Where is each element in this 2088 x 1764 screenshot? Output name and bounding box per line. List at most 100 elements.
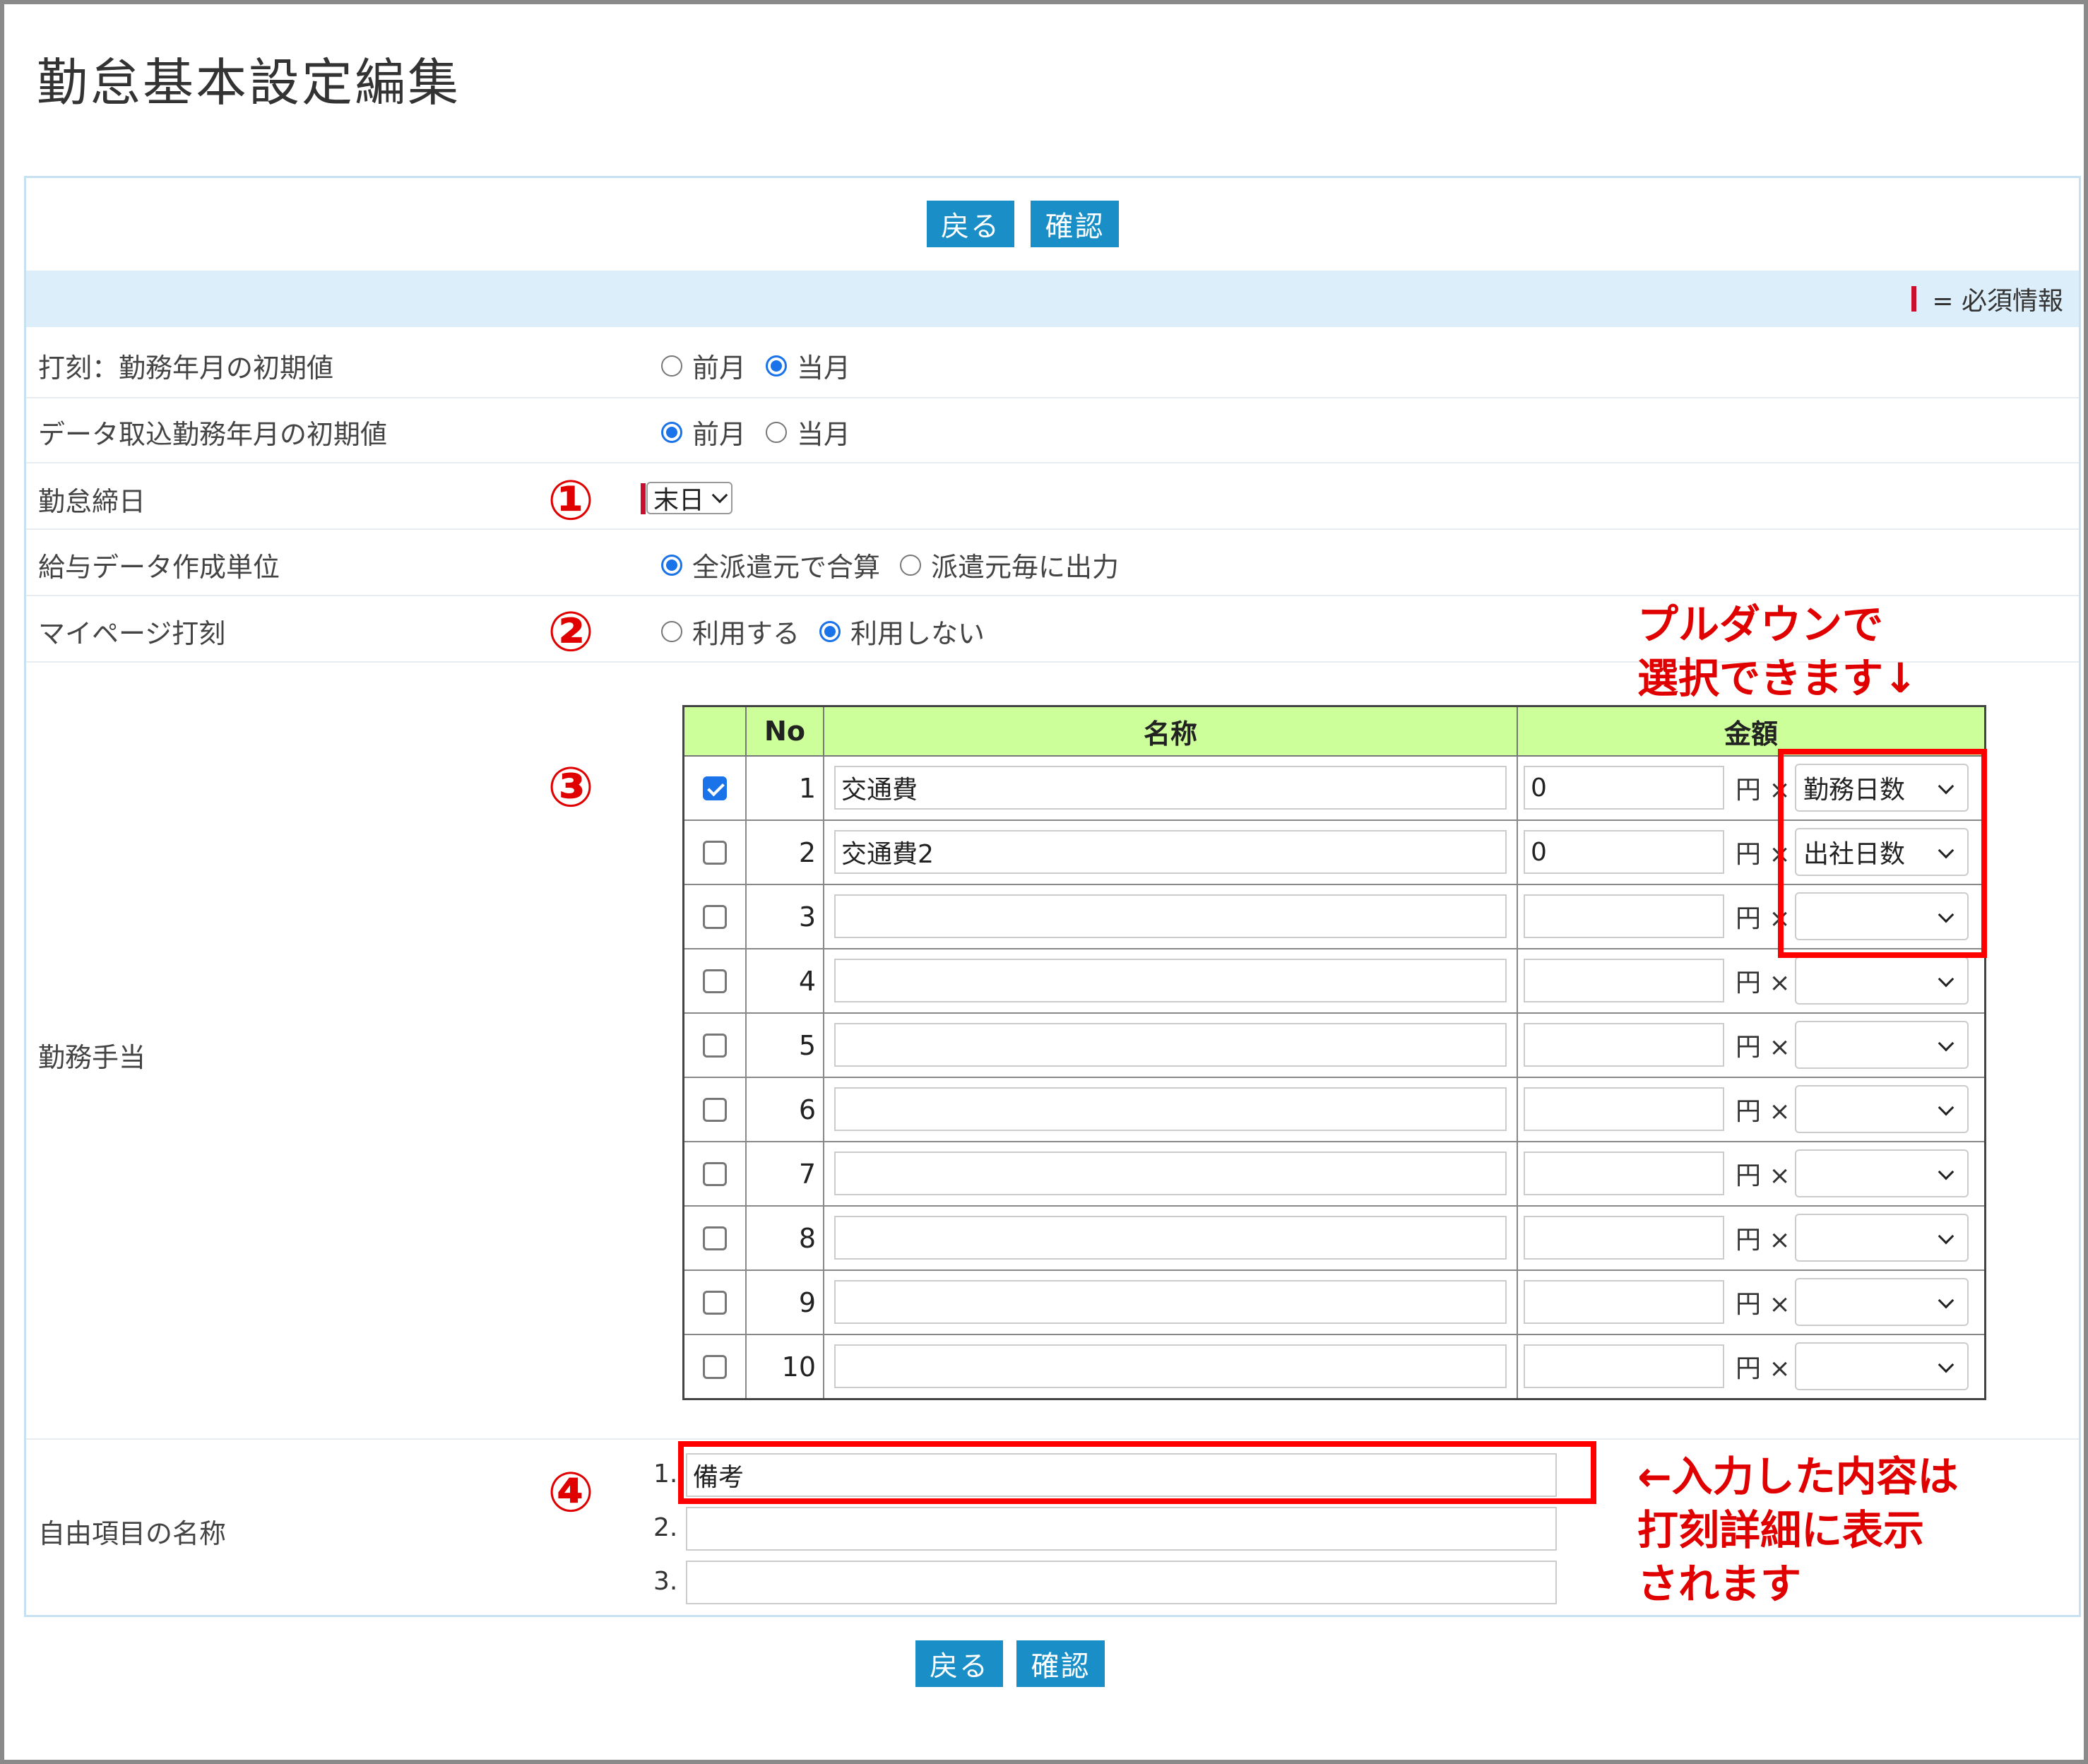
back-button-top[interactable]: 戻る (927, 201, 1014, 247)
check-cell (682, 1141, 747, 1207)
row-divider (26, 595, 2079, 596)
allowance-label: 勤務手当 (38, 1042, 146, 1073)
allowance-amount-input[interactable] (1524, 1152, 1724, 1195)
annotation-marker-2: ② (547, 600, 595, 664)
radio-current-month[interactable] (766, 355, 788, 377)
chevron-down-icon (1938, 1228, 1954, 1245)
no-column-header: No (745, 705, 824, 757)
allowance-amount-input[interactable] (1524, 1087, 1724, 1131)
name-cell (823, 1012, 1518, 1078)
allowance-amount-input[interactable] (1524, 1280, 1724, 1324)
check-cell (682, 1269, 747, 1335)
allowance-amount-input[interactable] (1524, 1216, 1724, 1260)
row-number: 8 (745, 1205, 824, 1271)
radio-use[interactable] (661, 620, 682, 642)
chevron-down-icon (711, 487, 728, 504)
allowance-amount-input[interactable]: 0 (1524, 830, 1724, 874)
pulldown-annotation: プルダウンで 選択できます↓ (1637, 600, 1918, 702)
allowance-name-input[interactable] (834, 1152, 1507, 1195)
radio-not-use[interactable] (819, 620, 841, 642)
row-checkbox[interactable] (703, 840, 727, 865)
allowance-name-input[interactable] (834, 1087, 1507, 1131)
allowance-name-input[interactable] (834, 959, 1507, 1002)
back-button-bottom[interactable]: 戻る (915, 1640, 1003, 1687)
row-checkbox[interactable] (703, 1161, 727, 1186)
allowance-amount-input[interactable] (1524, 894, 1724, 938)
closing-day-label: 勤怠締日 (38, 486, 146, 517)
row-checkbox[interactable] (703, 904, 727, 929)
free-item-2-input[interactable] (686, 1507, 1557, 1551)
chevron-down-icon (1938, 1356, 1954, 1373)
basis-select[interactable] (1795, 957, 1969, 1005)
row-checkbox[interactable] (703, 1097, 727, 1122)
chevron-down-icon (1938, 1164, 1954, 1180)
allowance-name-input[interactable] (834, 894, 1507, 938)
row-checkbox[interactable] (703, 1290, 727, 1315)
name-cell (823, 1141, 1518, 1207)
check-cell (682, 884, 747, 949)
allowance-name-input[interactable]: 交通費2 (834, 830, 1507, 874)
row-number: 7 (745, 1141, 824, 1207)
chevron-down-icon (1938, 1099, 1954, 1116)
radio-combine-all[interactable] (661, 554, 682, 576)
allowance-amount-input[interactable] (1524, 1344, 1724, 1388)
payroll-unit-label: 給与データ作成単位 (38, 552, 280, 583)
allowance-name-input[interactable] (834, 1280, 1507, 1324)
allowance-amount-input[interactable] (1524, 1023, 1724, 1067)
unit-label: 円 × (1736, 1097, 1791, 1126)
basis-select[interactable] (1795, 1214, 1969, 1262)
check-column-header (682, 705, 747, 757)
row-number: 4 (745, 948, 824, 1014)
import-default-label: データ取込勤務年月の初期値 (38, 419, 388, 450)
confirm-button-top[interactable]: 確認 (1031, 201, 1119, 247)
chevron-down-icon (1938, 971, 1954, 988)
row-checkbox[interactable] (703, 1354, 727, 1379)
free-items-label: 自由項目の名称 (38, 1518, 227, 1549)
row-number: 6 (745, 1077, 824, 1142)
radio-per-dispatcher[interactable] (900, 554, 922, 576)
table-row: 7 円 × (682, 1141, 1986, 1207)
free-item-3-input[interactable] (686, 1561, 1557, 1604)
row-checkbox[interactable] (703, 1033, 727, 1058)
allowance-name-input[interactable] (834, 1344, 1507, 1388)
allowance-amount-input[interactable] (1524, 959, 1724, 1002)
annotation-marker-4: ④ (547, 1461, 595, 1525)
name-cell (823, 1334, 1518, 1400)
unit-label: 円 × (1736, 1161, 1791, 1190)
table-row: 10 円 × (682, 1334, 1986, 1400)
name-column-header: 名称 (823, 705, 1518, 757)
mypage-stamp-radio-group: 利用する 利用しない (661, 612, 1004, 651)
closing-day-select[interactable]: 末日 (646, 482, 733, 515)
payroll-unit-radio-group: 全派遣元で合算 派遣元毎に出力 (661, 545, 1139, 584)
stamp-default-label: 打刻：勤務年月の初期値 (38, 353, 334, 384)
unit-label: 円 × (1736, 1226, 1791, 1255)
basis-select[interactable] (1795, 1278, 1969, 1326)
allowance-name-input[interactable] (834, 1216, 1507, 1260)
confirm-button-bottom[interactable]: 確認 (1016, 1640, 1105, 1687)
free-item-number: 3. (653, 1567, 678, 1596)
unit-label: 円 × (1736, 1290, 1791, 1319)
allowance-name-input[interactable] (834, 1023, 1507, 1067)
radio-prev-month[interactable] (661, 421, 682, 443)
free-item-highlight-box (678, 1441, 1596, 1504)
row-checkbox[interactable] (703, 1226, 727, 1250)
import-default-radio-group: 前月 当月 (661, 413, 870, 451)
amount-cell: 円 × (1517, 1077, 1986, 1142)
basis-select[interactable] (1795, 1021, 1969, 1069)
name-cell (823, 1269, 1518, 1335)
radio-current-month[interactable] (766, 421, 788, 443)
basis-select[interactable] (1795, 1085, 1969, 1133)
page-title: 勤怠基本設定編集 (37, 53, 461, 112)
row-number: 5 (745, 1012, 824, 1078)
table-row: 9 円 × (682, 1269, 1986, 1335)
row-checkbox[interactable] (703, 969, 727, 993)
annotation-marker-1: ① (547, 469, 595, 533)
row-checkbox[interactable] (703, 776, 727, 800)
allowance-name-input[interactable]: 交通費 (834, 766, 1507, 810)
stamp-default-radio-group: 前月 当月 (661, 346, 870, 385)
radio-prev-month[interactable] (661, 355, 682, 377)
allowance-amount-input[interactable]: 0 (1524, 766, 1724, 810)
basis-select[interactable] (1795, 1149, 1969, 1197)
table-row: 6 円 × (682, 1077, 1986, 1142)
basis-select[interactable] (1795, 1342, 1969, 1390)
